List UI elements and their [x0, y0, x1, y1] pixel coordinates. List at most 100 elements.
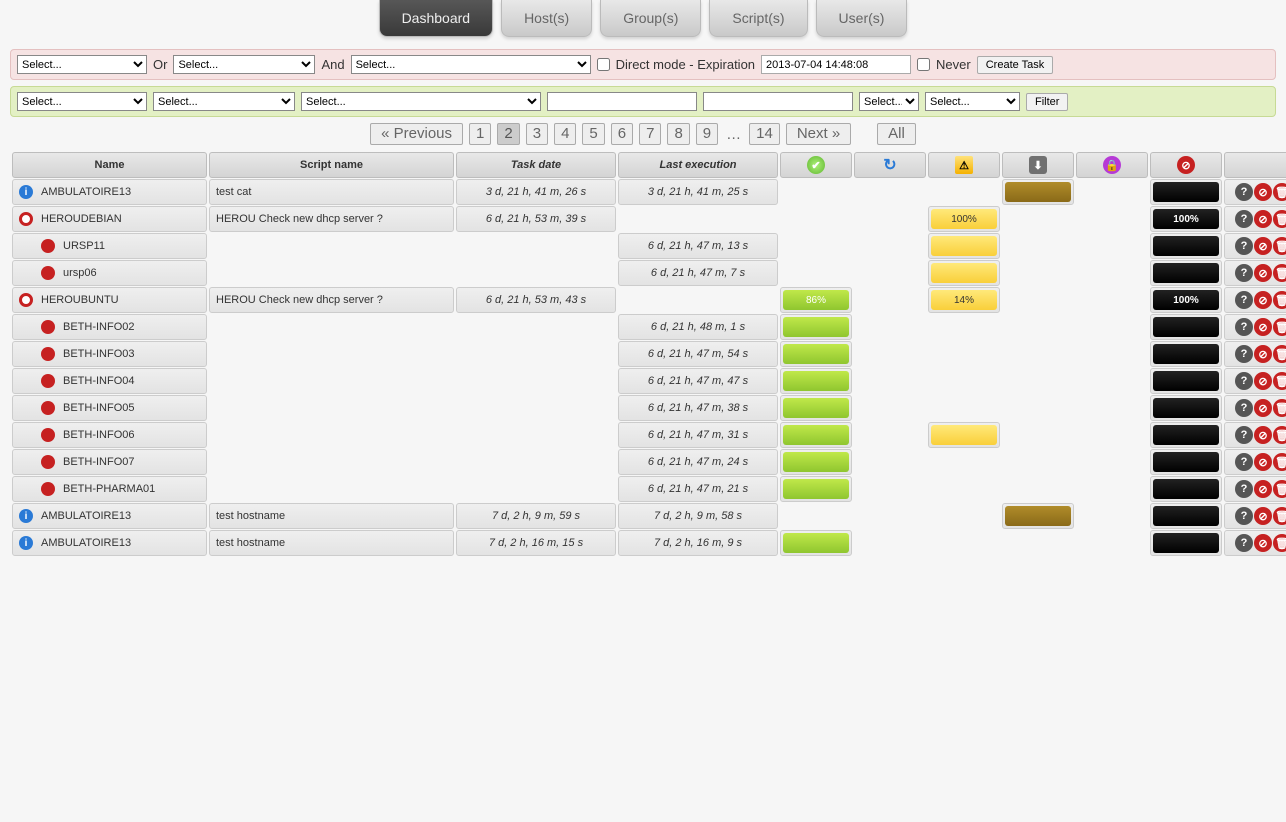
delete-button[interactable]: 🗑 [1273, 372, 1286, 390]
host-name[interactable]: HEROUDEBIAN [41, 213, 122, 225]
info-button[interactable]: ? [1235, 183, 1253, 201]
cancel-button[interactable]: ⊘ [1254, 480, 1272, 498]
host-name[interactable]: BETH-INFO05 [63, 402, 135, 414]
host-name[interactable]: AMBULATOIRE13 [41, 537, 131, 549]
tab-dashboard[interactable]: Dashboard [379, 0, 494, 37]
cancel-button[interactable]: ⊘ [1254, 507, 1272, 525]
host-name[interactable]: BETH-PHARMA01 [63, 483, 155, 495]
pager-prev[interactable]: « Previous [370, 123, 463, 145]
host-name[interactable]: BETH-INFO06 [63, 429, 135, 441]
header-rerun[interactable]: ↻ [854, 152, 926, 178]
pager-page-3[interactable]: 3 [526, 123, 548, 145]
info-button[interactable]: ? [1235, 291, 1253, 309]
host-name[interactable]: URSP11 [63, 240, 105, 252]
cancel-button[interactable]: ⊘ [1254, 453, 1272, 471]
info-button[interactable]: ? [1235, 534, 1253, 552]
header-success[interactable]: ✔ [780, 152, 852, 178]
filter-text-2[interactable] [703, 92, 853, 111]
delete-button[interactable]: 🗑 [1273, 507, 1286, 525]
tab-groups[interactable]: Group(s) [600, 0, 701, 37]
pager-page-7[interactable]: 7 [639, 123, 661, 145]
delete-button[interactable]: 🗑 [1273, 480, 1286, 498]
tab-scripts[interactable]: Script(s) [709, 0, 807, 37]
delete-button[interactable]: 🗑 [1273, 453, 1286, 471]
header-name[interactable]: Name [12, 152, 207, 178]
filter-button[interactable]: Filter [1026, 93, 1068, 111]
delete-button[interactable]: 🗑 [1273, 426, 1286, 444]
delete-button[interactable]: 🗑 [1273, 318, 1286, 336]
filter-select-4[interactable]: Select... [859, 92, 919, 111]
filter-select-3[interactable]: Select... [301, 92, 541, 111]
host-name[interactable]: ursp06 [63, 267, 97, 279]
tab-users[interactable]: User(s) [816, 0, 908, 37]
cancel-button[interactable]: ⊘ [1254, 237, 1272, 255]
filter-select-2[interactable]: Select... [153, 92, 295, 111]
info-button[interactable]: ? [1235, 480, 1253, 498]
create-task-button[interactable]: Create Task [977, 56, 1054, 74]
info-button[interactable]: ? [1235, 453, 1253, 471]
delete-button[interactable]: 🗑 [1273, 399, 1286, 417]
delete-button[interactable]: 🗑 [1273, 183, 1286, 201]
never-checkbox[interactable] [917, 58, 930, 71]
delete-button[interactable]: 🗑 [1273, 210, 1286, 228]
task-select-1[interactable]: Select... [17, 55, 147, 74]
delete-button[interactable]: 🗑 [1273, 237, 1286, 255]
info-button[interactable]: ? [1235, 318, 1253, 336]
pager-page-8[interactable]: 8 [667, 123, 689, 145]
pager-page-1[interactable]: 1 [469, 123, 491, 145]
info-button[interactable]: ? [1235, 507, 1253, 525]
info-button[interactable]: ? [1235, 237, 1253, 255]
cancel-button[interactable]: ⊘ [1254, 372, 1272, 390]
header-download[interactable]: ⬇ [1002, 152, 1074, 178]
header-script[interactable]: Script name [209, 152, 454, 178]
pager-page-9[interactable]: 9 [696, 123, 718, 145]
info-button[interactable]: ? [1235, 372, 1253, 390]
cancel-button[interactable]: ⊘ [1254, 291, 1272, 309]
host-name[interactable]: BETH-INFO02 [63, 321, 135, 333]
pager-page-2[interactable]: 2 [497, 123, 519, 145]
header-blocked[interactable]: ⊘ [1150, 152, 1222, 178]
cancel-button[interactable]: ⊘ [1254, 534, 1272, 552]
host-name[interactable]: AMBULATOIRE13 [41, 186, 131, 198]
cancel-button[interactable]: ⊘ [1254, 399, 1272, 417]
table-row: iAMBULATOIRE13test cat3 d, 21 h, 41 m, 2… [12, 179, 1286, 205]
info-button[interactable]: ? [1235, 264, 1253, 282]
delete-button[interactable]: 🗑 [1273, 534, 1286, 552]
cancel-button[interactable]: ⊘ [1254, 318, 1272, 336]
info-button[interactable]: ? [1235, 426, 1253, 444]
cancel-button[interactable]: ⊘ [1254, 183, 1272, 201]
pager-page-4[interactable]: 4 [554, 123, 576, 145]
pager-page-6[interactable]: 6 [611, 123, 633, 145]
direct-mode-checkbox[interactable] [597, 58, 610, 71]
cancel-button[interactable]: ⊘ [1254, 210, 1272, 228]
task-select-2[interactable]: Select... [173, 55, 315, 74]
header-taskdate[interactable]: Task date [456, 152, 616, 178]
host-name[interactable]: AMBULATOIRE13 [41, 510, 131, 522]
filter-select-1[interactable]: Select... [17, 92, 147, 111]
info-button[interactable]: ? [1235, 399, 1253, 417]
info-button[interactable]: ? [1235, 345, 1253, 363]
delete-button[interactable]: 🗑 [1273, 291, 1286, 309]
delete-button[interactable]: 🗑 [1273, 264, 1286, 282]
host-name[interactable]: BETH-INFO04 [63, 375, 135, 387]
host-name[interactable]: HEROUBUNTU [41, 294, 119, 306]
task-select-3[interactable]: Select... [351, 55, 591, 74]
cancel-button[interactable]: ⊘ [1254, 264, 1272, 282]
pager-page-14[interactable]: 14 [749, 123, 780, 145]
tab-hosts[interactable]: Host(s) [501, 0, 592, 37]
host-name[interactable]: BETH-INFO07 [63, 456, 135, 468]
pager-all[interactable]: All [877, 123, 916, 145]
header-warning[interactable]: ⚠ [928, 152, 1000, 178]
header-lock[interactable]: 🔒 [1076, 152, 1148, 178]
host-name[interactable]: BETH-INFO03 [63, 348, 135, 360]
filter-select-5[interactable]: Select... [925, 92, 1020, 111]
delete-button[interactable]: 🗑 [1273, 345, 1286, 363]
header-lastexec[interactable]: Last execution [618, 152, 778, 178]
cancel-button[interactable]: ⊘ [1254, 426, 1272, 444]
expiration-input[interactable] [761, 55, 911, 74]
pager-page-5[interactable]: 5 [582, 123, 604, 145]
filter-text-1[interactable] [547, 92, 697, 111]
cancel-button[interactable]: ⊘ [1254, 345, 1272, 363]
pager-next[interactable]: Next » [786, 123, 851, 145]
info-button[interactable]: ? [1235, 210, 1253, 228]
